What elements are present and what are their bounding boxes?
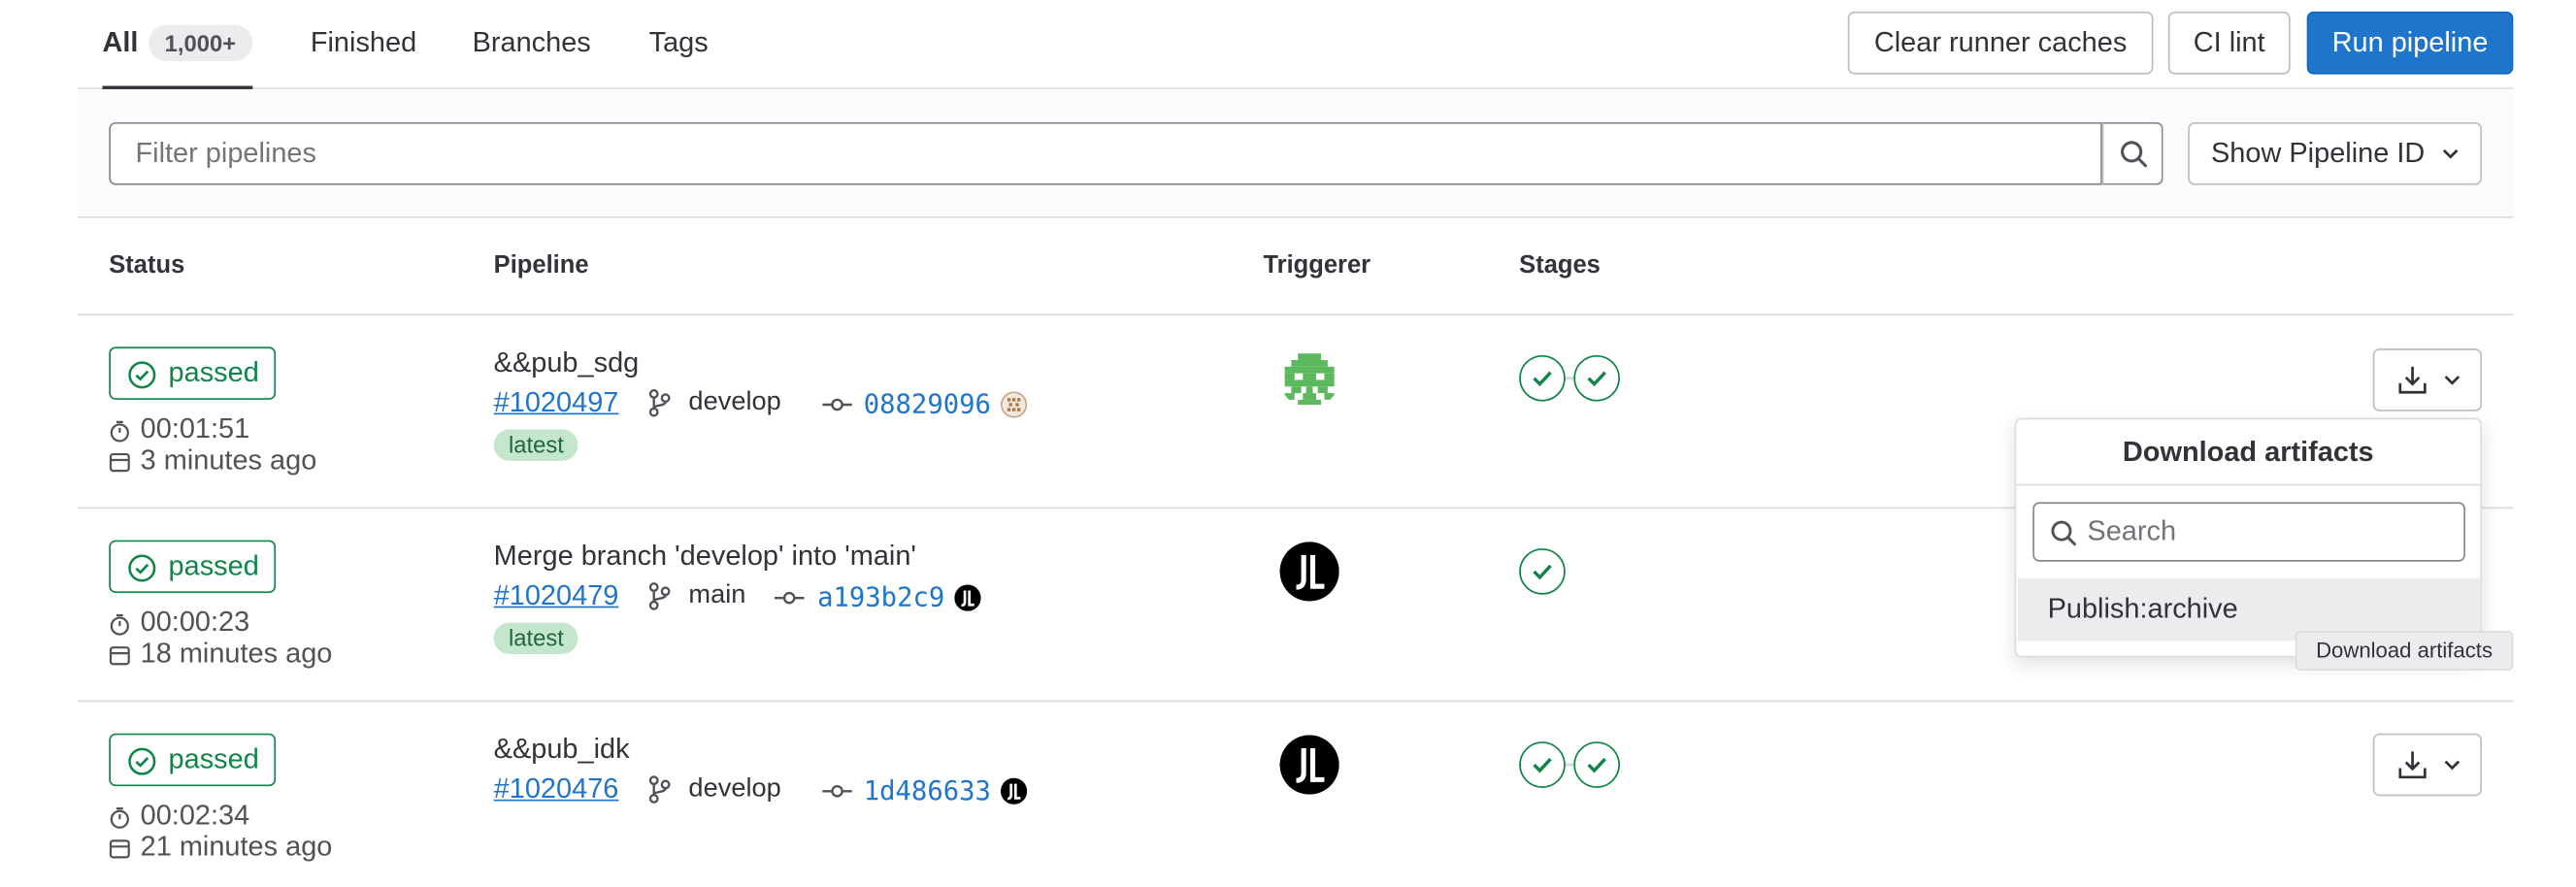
commit-sha[interactable]: 1d486633 (864, 774, 991, 805)
stage-passed[interactable] (1519, 548, 1566, 595)
latest-badge: latest (493, 622, 579, 655)
branch-ref[interactable]: main (688, 581, 745, 611)
chevron-down-icon (2444, 760, 2460, 771)
check-icon (1533, 564, 1552, 580)
clear-runner-caches-button[interactable]: Clear runner caches (1847, 11, 2154, 75)
status-label: passed (168, 356, 259, 388)
duration: 00:02:34 (109, 800, 249, 831)
branch-icon (648, 389, 671, 417)
tab-all-label: All (102, 26, 139, 58)
pipeline-title: &&pub_sdg (493, 346, 640, 378)
filter-bar: Show Pipeline ID (77, 90, 2514, 218)
finished-text: 18 minutes ago (140, 637, 333, 670)
status-badge[interactable]: passed (109, 540, 277, 594)
timer-icon (110, 807, 129, 829)
search-button[interactable] (2101, 121, 2163, 185)
download-artifacts-button[interactable] (2372, 733, 2483, 797)
commit-sha[interactable]: 08829096 (864, 388, 991, 419)
tab-all[interactable]: All 1,000+ (102, 0, 253, 89)
stage-passed[interactable] (1519, 741, 1566, 788)
finished-time: 21 minutes ago (109, 831, 332, 862)
calendar-icon (109, 452, 130, 473)
pipeline-title: &&pub_idk (493, 733, 630, 766)
search-icon (2051, 520, 2076, 546)
download-icon (2398, 751, 2427, 779)
commit-icon (774, 591, 805, 605)
duration: 00:01:51 (109, 413, 249, 444)
column-status: Status (109, 250, 185, 279)
tab-all-count: 1,000+ (148, 23, 253, 61)
check-icon (1533, 757, 1552, 773)
branch-ref[interactable]: develop (688, 774, 780, 805)
timer-icon (110, 420, 129, 443)
divider (77, 700, 2514, 703)
branch-icon (648, 775, 671, 804)
column-stages: Stages (1519, 250, 1601, 279)
status-label: passed (168, 549, 259, 582)
chevron-down-icon (2444, 376, 2460, 385)
search-icon (2121, 141, 2148, 168)
commit-author-avatar (1000, 391, 1028, 418)
triggerer-avatar[interactable] (1279, 735, 1339, 795)
latest-badge: latest (493, 429, 579, 461)
ci-lint-button[interactable]: CI lint (2167, 11, 2291, 75)
search-placeholder: Search (2087, 515, 2177, 547)
check-circle-icon (128, 554, 156, 582)
check-icon (1533, 371, 1552, 387)
pipeline-id-link[interactable]: #1020479 (494, 579, 619, 612)
pipeline-id-select-label: Show Pipeline ID (2211, 137, 2426, 169)
tab-finished[interactable]: Finished (311, 0, 416, 89)
divider (77, 313, 2514, 316)
stage-passed[interactable] (1519, 354, 1566, 402)
commit-icon (822, 784, 852, 798)
finished-text: 3 minutes ago (140, 444, 317, 476)
finished-text: 21 minutes ago (140, 831, 333, 863)
download-icon (2398, 366, 2427, 394)
finished-time: 18 minutes ago (109, 638, 332, 669)
check-icon (1587, 371, 1606, 387)
triggerer-avatar[interactable] (1279, 348, 1339, 409)
pipeline-id-link[interactable]: #1020497 (494, 386, 619, 419)
commit-icon (822, 398, 852, 411)
branch-ref[interactable]: develop (688, 388, 780, 418)
dropdown-title: Download artifacts (2016, 419, 2481, 486)
status-badge[interactable]: passed (109, 733, 277, 787)
calendar-icon (109, 839, 130, 859)
commit-author-avatar (1000, 777, 1028, 805)
tab-tags[interactable]: Tags (649, 0, 709, 89)
branch-icon (648, 582, 671, 610)
pipeline-title: Merge branch 'develop' into 'main' (493, 540, 916, 572)
download-artifacts-dropdown: Download artifacts Search Publish:archiv… (2014, 417, 2483, 658)
triggerer-avatar[interactable] (1279, 542, 1339, 602)
filter-pipelines-input[interactable] (109, 121, 2102, 185)
pipeline-id-link[interactable]: #1020476 (494, 773, 619, 806)
check-circle-icon (128, 361, 156, 389)
status-label: passed (168, 742, 259, 775)
calendar-icon (109, 646, 130, 666)
artifacts-search-input[interactable]: Search (2032, 502, 2466, 562)
column-pipeline: Pipeline (493, 250, 589, 279)
pipeline-id-select[interactable]: Show Pipeline ID (2188, 121, 2483, 185)
timer-icon (110, 613, 129, 636)
tooltip: Download artifacts (2295, 631, 2514, 672)
download-artifacts-button[interactable] (2372, 348, 2483, 411)
commit-author-avatar (954, 584, 981, 611)
pipelines-page: All 1,000+ Finished Branches Tags Clear r… (0, 0, 2576, 887)
status-badge[interactable]: passed (109, 346, 277, 400)
chevron-down-icon (2442, 148, 2459, 159)
column-triggerer: Triggerer (1263, 250, 1371, 279)
run-pipeline-button[interactable]: Run pipeline (2306, 11, 2514, 75)
stage-passed[interactable] (1573, 741, 1620, 788)
check-circle-icon (128, 747, 156, 775)
duration: 00:00:23 (109, 607, 249, 638)
commit-sha[interactable]: a193b2c9 (817, 581, 944, 612)
check-icon (1587, 757, 1606, 773)
tab-branches[interactable]: Branches (473, 0, 591, 89)
finished-time: 3 minutes ago (109, 444, 316, 476)
stage-passed[interactable] (1573, 354, 1620, 402)
